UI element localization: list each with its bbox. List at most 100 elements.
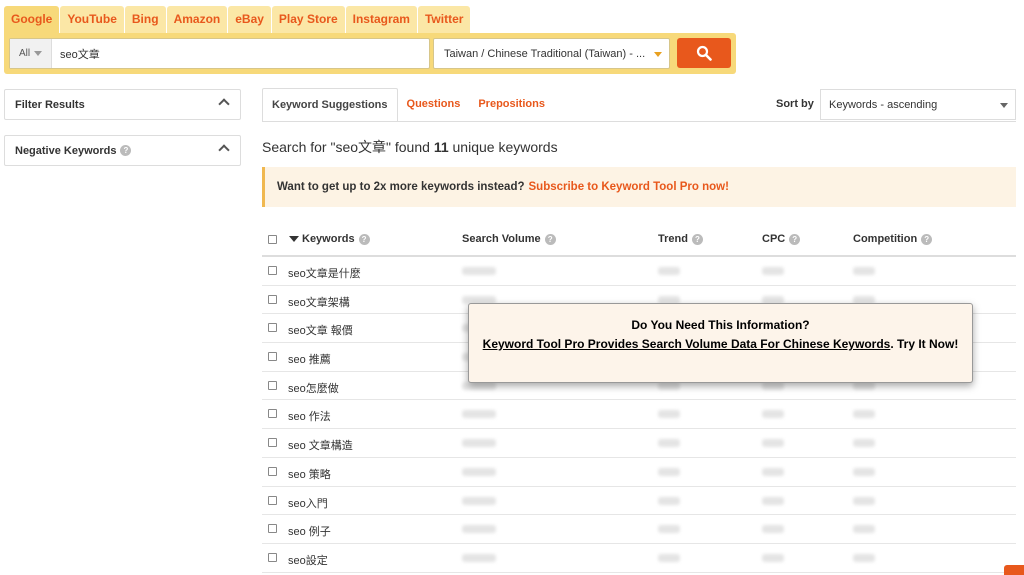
help-icon[interactable]: ? (921, 233, 933, 245)
tab-keyword-suggestions[interactable]: Keyword Suggestions (262, 88, 398, 122)
locked-value (658, 496, 680, 505)
column-keywords[interactable]: Keywords? (289, 233, 370, 245)
row-checkbox[interactable] (268, 409, 277, 419)
locked-value (762, 553, 784, 562)
sort-desc-icon (289, 236, 299, 243)
row-checkbox[interactable] (268, 266, 277, 275)
summary-suffix: unique keywords (452, 139, 558, 155)
locked-value (658, 267, 680, 275)
keyword-cell[interactable]: seo文章架構 (288, 294, 350, 310)
tab-youtube[interactable]: YouTube (60, 6, 124, 33)
tab-play-store[interactable]: Play Store (271, 6, 345, 33)
row-checkbox[interactable] (268, 294, 277, 304)
chevron-up-icon (218, 98, 230, 110)
locked-value (462, 525, 496, 534)
table-row: seo入門 (262, 487, 1016, 516)
search-bar: All seo文章 Taiwan / Chinese Traditional (… (4, 33, 736, 74)
tab-ebay[interactable]: eBay (228, 6, 271, 33)
negative-keywords-label: Negative Keywords (15, 144, 117, 157)
locked-value (762, 267, 784, 275)
keyword-cell[interactable]: seo文章 報價 (288, 322, 353, 338)
scroll-top-button[interactable] (1004, 565, 1024, 575)
locked-value (658, 553, 680, 562)
locked-value (853, 267, 875, 275)
sort-select[interactable]: Keywords - ascending (820, 89, 1016, 120)
help-icon[interactable]: ? (789, 233, 801, 245)
locked-value (762, 410, 784, 419)
search-scope-select[interactable]: All (10, 39, 52, 68)
keyword-cell[interactable]: seo入門 (288, 495, 328, 511)
help-icon[interactable]: ? (544, 233, 556, 245)
keyword-cell[interactable]: seo文章是什麼 (288, 265, 361, 281)
tab-amazon[interactable]: Amazon (166, 6, 228, 33)
locked-value (762, 439, 784, 448)
locked-value (462, 553, 496, 562)
keyword-cell[interactable]: seo 推薦 (288, 351, 331, 367)
column-competition[interactable]: Competition? (853, 233, 933, 245)
keyword-cell[interactable]: seo設定 (288, 552, 328, 568)
locked-value (762, 496, 784, 505)
engine-tabs: Google YouTube Bing Amazon eBay Play Sto… (4, 6, 471, 33)
locked-value (853, 525, 875, 534)
results-tabs: Keyword Suggestions Questions Prepositio… (262, 88, 554, 122)
column-competition-label: Competition (853, 233, 918, 245)
search-input[interactable]: seo文章 (52, 46, 100, 62)
language-select[interactable]: Taiwan / Chinese Traditional (Taiwan) - … (433, 38, 670, 69)
help-icon[interactable]: ? (120, 145, 132, 156)
locked-value (853, 467, 875, 476)
row-checkbox[interactable] (268, 438, 277, 448)
keyword-cell[interactable]: seo 文章構造 (288, 437, 353, 453)
search-scope-label: All (18, 48, 31, 59)
search-button[interactable] (677, 38, 731, 68)
column-search-volume[interactable]: Search Volume? (462, 233, 556, 245)
sort-value: Keywords - ascending (829, 98, 938, 111)
tab-bing[interactable]: Bing (124, 6, 166, 33)
row-checkbox[interactable] (268, 466, 277, 476)
tab-twitter[interactable]: Twitter (417, 6, 471, 33)
chevron-up-icon (218, 144, 230, 156)
chevron-down-icon (1000, 103, 1008, 108)
tab-instagram[interactable]: Instagram (345, 6, 417, 33)
column-search-volume-label: Search Volume (462, 233, 541, 245)
column-trend-label: Trend (658, 233, 688, 245)
keyword-cell[interactable]: seo 作法 (288, 408, 331, 424)
filter-results-panel[interactable]: Filter Results (4, 89, 241, 120)
subscribe-link[interactable]: Subscribe to Keyword Tool Pro now! (529, 181, 729, 193)
locked-value (658, 410, 680, 419)
keywords-table: Keywords? Search Volume? Trend? CPC? Com… (262, 224, 1016, 573)
table-row: seo設定 (262, 544, 1016, 573)
locked-value (658, 525, 680, 534)
help-icon[interactable]: ? (691, 233, 703, 245)
locked-value (762, 467, 784, 476)
tab-questions[interactable]: Questions (398, 88, 470, 122)
help-icon[interactable]: ? (358, 233, 370, 245)
table-row: seo 例子 (262, 515, 1016, 544)
column-cpc[interactable]: CPC? (762, 233, 801, 245)
negative-keywords-panel[interactable]: Negative Keywords ? (4, 135, 241, 166)
tab-prepositions[interactable]: Prepositions (469, 88, 554, 122)
locked-value (853, 439, 875, 448)
row-checkbox[interactable] (268, 352, 277, 362)
locked-value (762, 525, 784, 534)
keyword-cell[interactable]: seo 策略 (288, 466, 331, 482)
row-checkbox[interactable] (268, 495, 277, 505)
popup-pro-link[interactable]: Keyword Tool Pro Provides Search Volume … (483, 337, 891, 351)
select-all-checkbox[interactable] (268, 235, 277, 244)
row-checkbox[interactable] (268, 552, 277, 562)
locked-value (462, 267, 496, 275)
row-checkbox[interactable] (268, 524, 277, 534)
row-checkbox[interactable] (268, 323, 277, 333)
popup-tail: . Try It Now! (890, 337, 959, 351)
summary-prefix: Search for "seo文章" found (262, 139, 430, 155)
keyword-cell[interactable]: seo 例子 (288, 523, 331, 539)
column-keywords-label: Keywords (302, 233, 355, 245)
language-label: Taiwan / Chinese Traditional (Taiwan) - … (444, 47, 646, 60)
chevron-down-icon (654, 52, 662, 57)
row-checkbox[interactable] (268, 380, 277, 390)
keyword-cell[interactable]: seo怎麼做 (288, 380, 339, 396)
column-trend[interactable]: Trend? (658, 233, 703, 245)
tab-google[interactable]: Google (4, 6, 60, 33)
locked-value (462, 439, 496, 448)
locked-value (658, 467, 680, 476)
locked-value (462, 467, 496, 476)
